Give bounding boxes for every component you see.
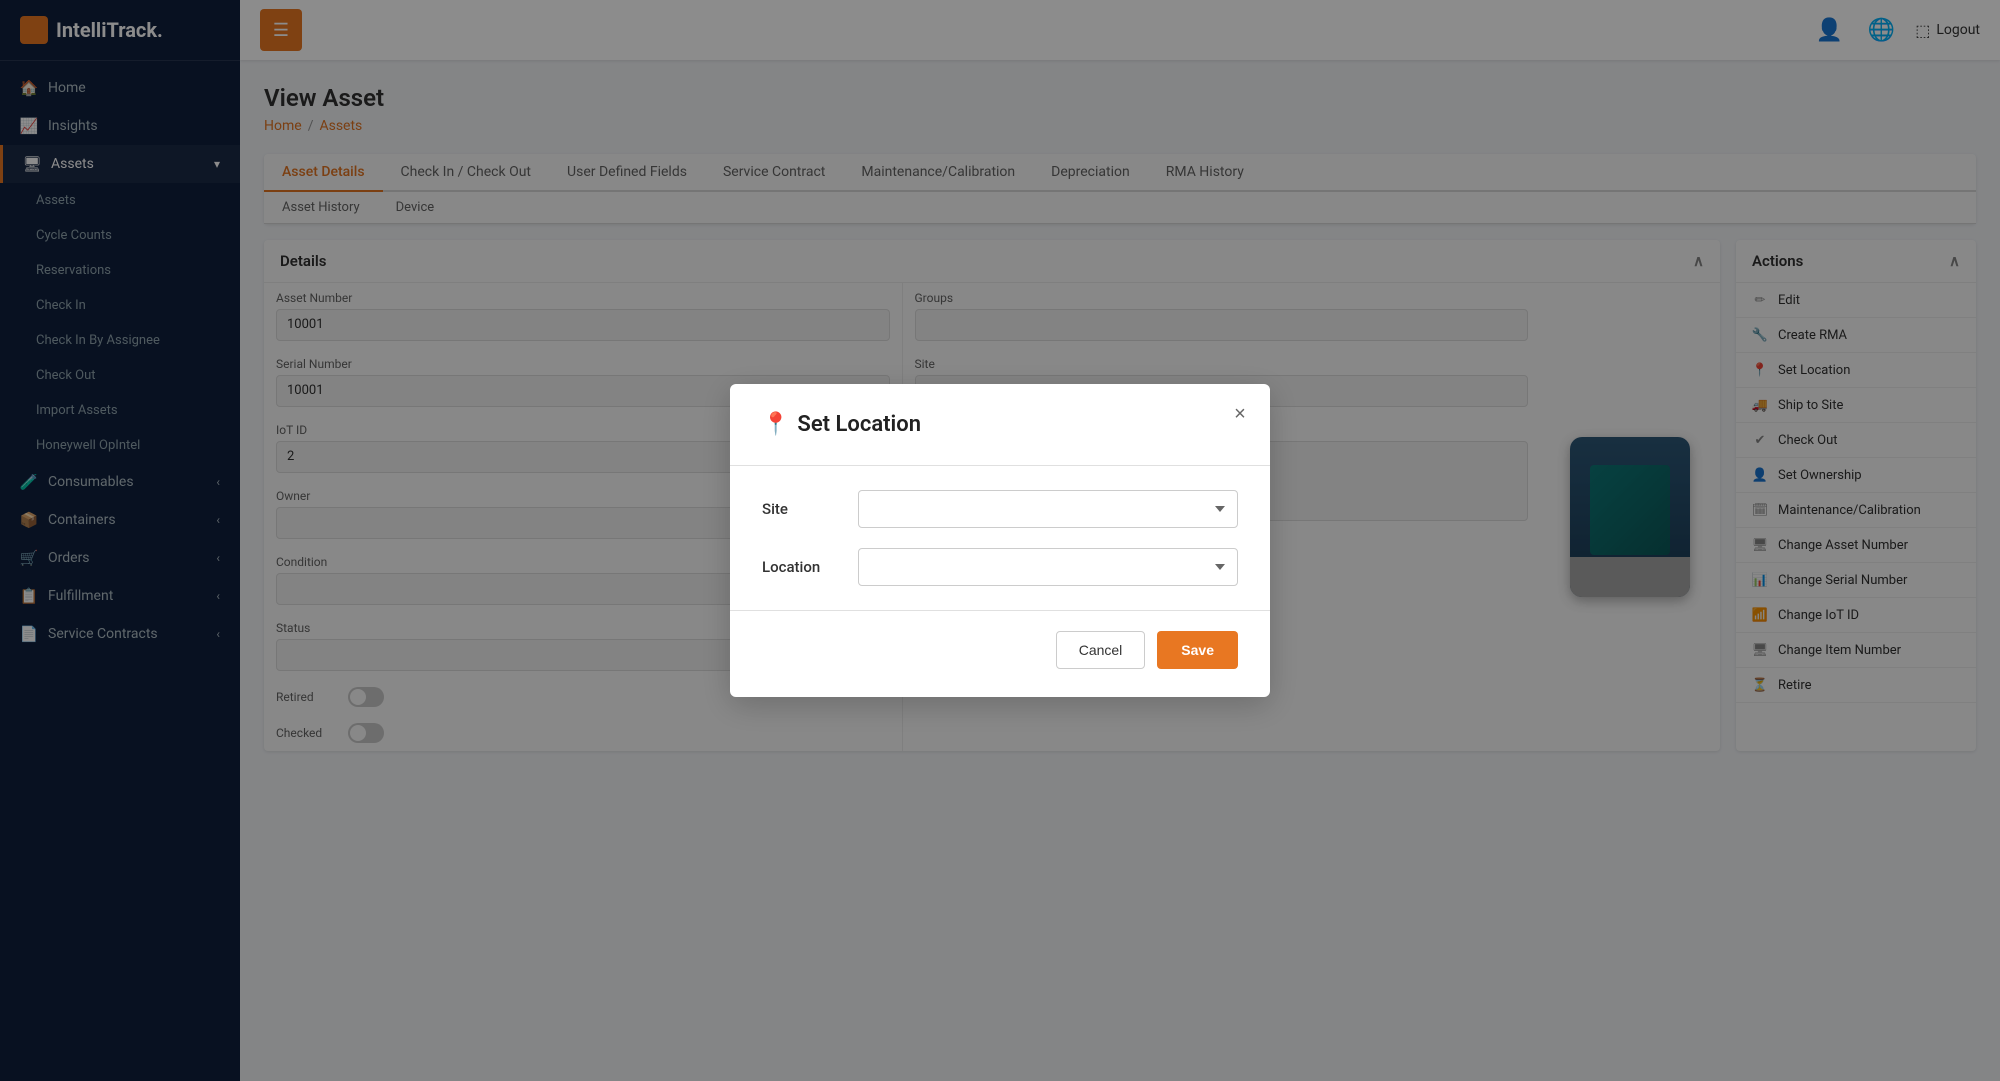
- save-button[interactable]: Save: [1157, 631, 1238, 669]
- modal-site-field: Site: [762, 490, 1238, 528]
- modal-title: 📍 Set Location: [762, 412, 1238, 437]
- modal-close-button[interactable]: ×: [1226, 400, 1254, 428]
- modal-actions: Cancel Save: [762, 631, 1238, 669]
- cancel-button[interactable]: Cancel: [1056, 631, 1146, 669]
- modal-overlay[interactable]: × 📍 Set Location Site Location Cancel Sa…: [0, 0, 2000, 1081]
- modal-top-divider: [730, 465, 1270, 466]
- modal-site-label: Site: [762, 500, 842, 518]
- modal-title-icon: 📍: [762, 412, 789, 437]
- modal-title-text: Set Location: [797, 412, 921, 437]
- modal-location-field: Location: [762, 548, 1238, 586]
- modal-location-select[interactable]: [858, 548, 1238, 586]
- set-location-modal: × 📍 Set Location Site Location Cancel Sa…: [730, 384, 1270, 697]
- modal-site-select[interactable]: [858, 490, 1238, 528]
- modal-bottom-divider: [730, 610, 1270, 611]
- modal-location-label: Location: [762, 558, 842, 576]
